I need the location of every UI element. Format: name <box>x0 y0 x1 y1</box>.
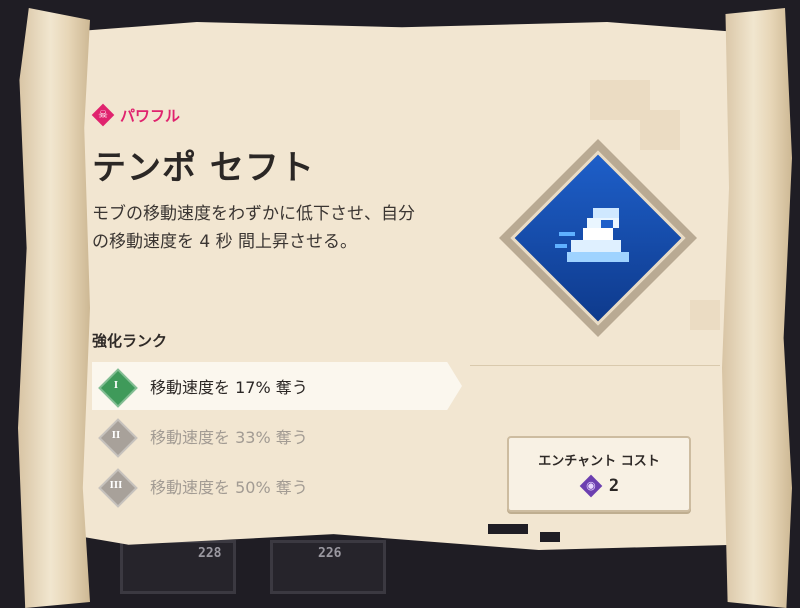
rank-2-text: 移動速度を 33% 奪う <box>150 428 308 447</box>
skull-icon: ☠ <box>92 104 114 126</box>
divider <box>470 365 720 366</box>
boot-speed-icon <box>500 140 696 336</box>
cost-label: エンチャント コスト <box>538 454 660 469</box>
enchant-cost-box: エンチャント コスト ◉ 2 <box>507 436 691 512</box>
scroll-rod-right <box>722 8 792 608</box>
enchant-point-icon: ◉ <box>579 474 603 498</box>
rank-row-2[interactable]: II 移動速度を 33% 奪う <box>92 412 462 460</box>
rarity-badge: ☠ パワフル <box>92 104 180 126</box>
item-count: 228 <box>198 546 222 561</box>
torn-edge <box>488 524 528 534</box>
rank-2-gem-icon: II <box>96 416 136 456</box>
scroll-rod-left <box>18 8 90 608</box>
rank-header: 強化ランク <box>92 332 168 350</box>
enchantment-icon-frame <box>499 139 697 337</box>
rank-row-1[interactable]: I 移動速度を 17% 奪う <box>92 362 462 410</box>
item-count: 226 <box>318 546 342 561</box>
description-line: の移動速度を 4 秒 間上昇させる。 <box>92 232 358 252</box>
torn-edge <box>540 532 560 542</box>
enchantment-title: テンポ セフト <box>92 148 315 188</box>
rank-row-3[interactable]: III 移動速度を 50% 奪う <box>92 462 462 510</box>
cost-value: 2 <box>608 476 620 496</box>
description-line: モブの移動速度をわずかに低下させ、自分 <box>92 204 415 224</box>
rank-3-text: 移動速度を 50% 奪う <box>150 478 308 497</box>
rank-1-text: 移動速度を 17% 奪う <box>150 378 308 397</box>
rank-1-gem-icon: I <box>96 366 136 406</box>
rarity-label: パワフル <box>120 106 181 125</box>
enchantment-description: モブの移動速度をわずかに低下させ、自分 の移動速度を 4 秒 間上昇させる。 <box>92 200 472 256</box>
rank-3-gem-icon: III <box>96 466 136 506</box>
